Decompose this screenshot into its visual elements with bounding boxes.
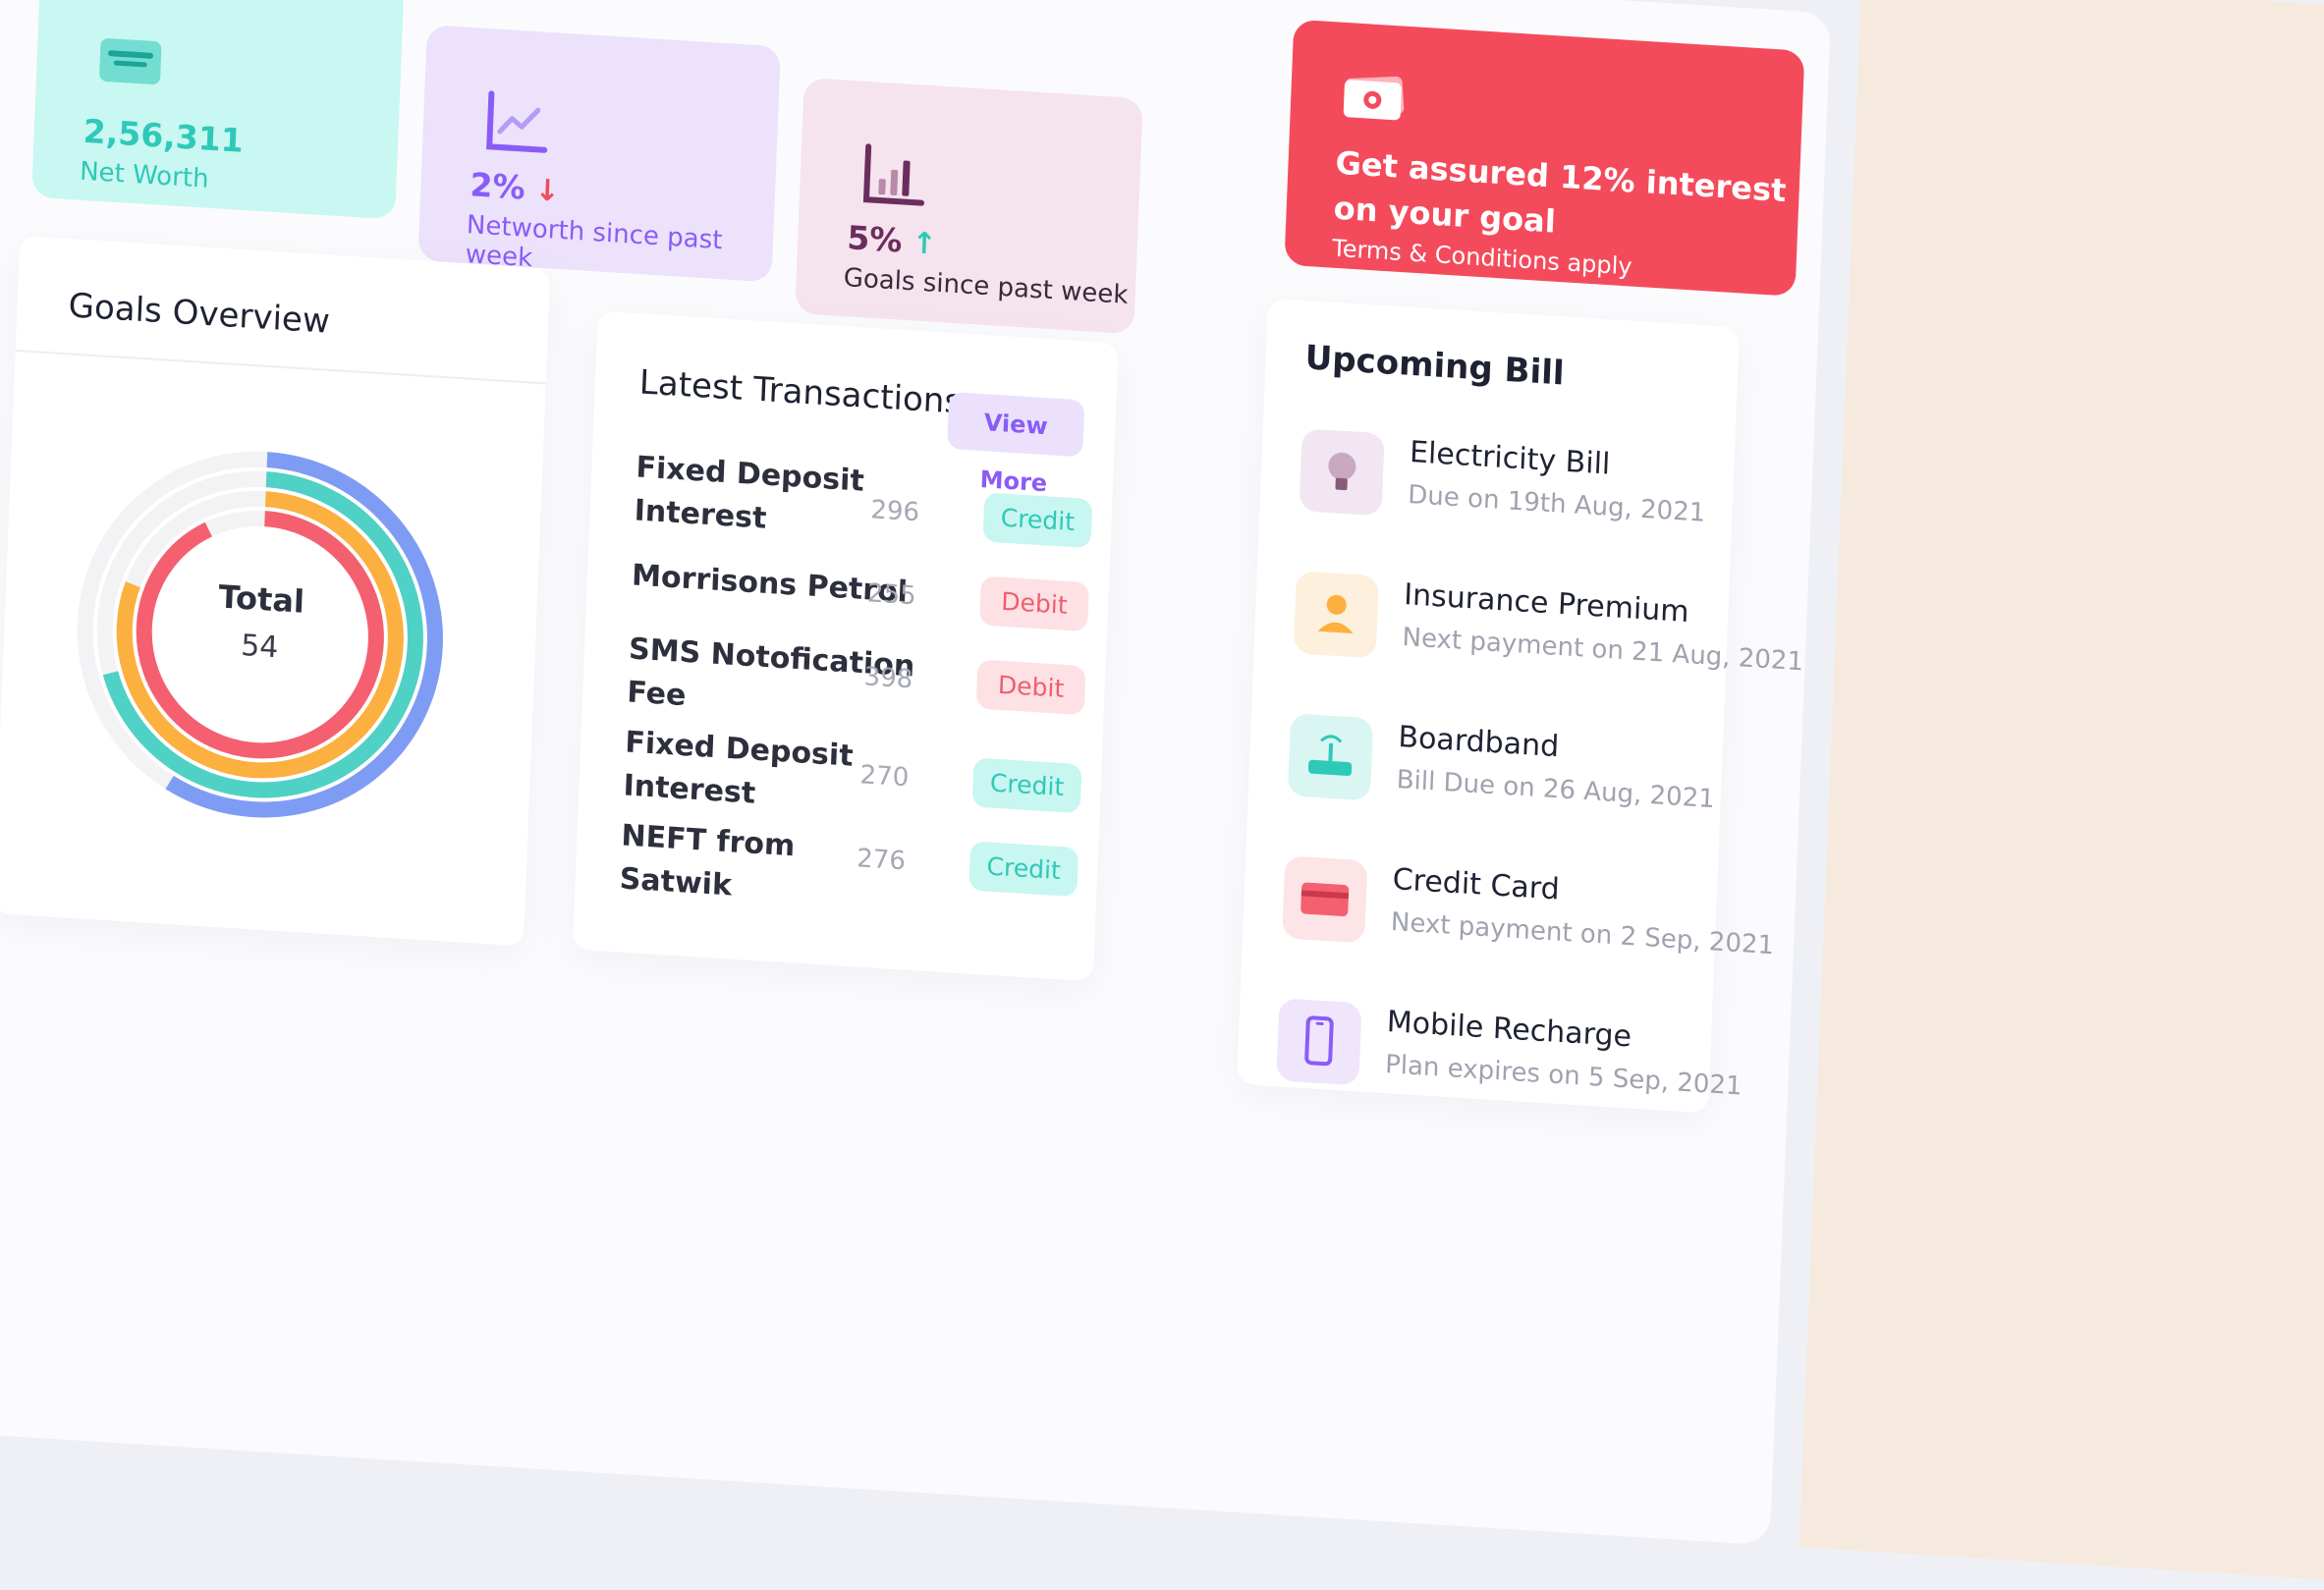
transaction-amount: 255 bbox=[866, 578, 917, 612]
transaction-amount: 296 bbox=[869, 495, 920, 528]
bill-title: Boardband bbox=[1397, 720, 1560, 765]
transactions-title: Latest Transactions bbox=[638, 362, 963, 422]
net-worth-value: 2,56,311 bbox=[83, 111, 245, 160]
bulb-icon bbox=[1299, 428, 1385, 517]
networth-change-value: 2% ↓ bbox=[470, 165, 561, 209]
view-more-button[interactable]: View More bbox=[947, 391, 1085, 497]
side-panel bbox=[1798, 0, 2324, 1590]
goals-change-percent: 5% bbox=[846, 218, 904, 260]
goals-overview-card: Goals Overview Total 54 bbox=[0, 236, 551, 947]
credit-card-icon bbox=[1282, 855, 1368, 944]
transaction-type-badge: Credit bbox=[968, 841, 1079, 898]
cash-icon bbox=[1339, 72, 1410, 129]
bill-title: Insurance Premium bbox=[1403, 577, 1690, 631]
transaction-type-badge: Debit bbox=[975, 659, 1086, 716]
bill-title: Credit Card bbox=[1392, 862, 1561, 907]
goals-divider bbox=[15, 350, 546, 385]
arrow-down-icon: ↓ bbox=[533, 173, 561, 209]
wallet-icon bbox=[94, 24, 166, 96]
networth-change-card[interactable]: 2% ↓ Networth since past week bbox=[417, 25, 781, 283]
arrow-up-icon: ↑ bbox=[911, 226, 938, 262]
goals-change-value: 5% ↑ bbox=[847, 218, 938, 262]
goals-change-label: Goals since past week bbox=[843, 262, 1129, 310]
transaction-amount: 270 bbox=[859, 760, 910, 794]
phone-icon bbox=[1276, 998, 1362, 1086]
transaction-type-badge: Credit bbox=[982, 492, 1093, 549]
promo-card[interactable]: Get assured 12% interest on your goal Te… bbox=[1284, 19, 1805, 297]
transaction-amount: 398 bbox=[863, 662, 913, 695]
upcoming-bill-title: Upcoming Bill bbox=[1303, 338, 1566, 394]
net-worth-label: Net Worth bbox=[79, 156, 210, 194]
bill-subtitle: Plan expires on 5 Sep, 2021 bbox=[1384, 1050, 1743, 1102]
line-chart-icon bbox=[481, 87, 553, 160]
transaction-type-badge: Debit bbox=[979, 576, 1089, 632]
goals-change-card[interactable]: 5% ↑ Goals since past week bbox=[795, 77, 1143, 335]
upcoming-bill-card: Upcoming Bill Electricity Bill Due on 19… bbox=[1237, 298, 1804, 1114]
bill-subtitle: Due on 19th Aug, 2021 bbox=[1407, 480, 1706, 528]
transaction-type-badge: Credit bbox=[971, 757, 1082, 814]
bill-title: Mobile Recharge bbox=[1386, 1005, 1632, 1055]
networth-change-percent: 2% bbox=[469, 165, 526, 207]
transaction-amount: 276 bbox=[856, 844, 907, 877]
person-icon bbox=[1293, 571, 1379, 659]
net-worth-card[interactable]: 2,56,311 Net Worth bbox=[31, 0, 405, 220]
transactions-card: Latest Transactions View More Fixed Depo… bbox=[572, 310, 1119, 982]
bar-chart-icon bbox=[858, 140, 930, 213]
bill-subtitle: Bill Due on 26 Aug, 2021 bbox=[1396, 765, 1716, 815]
goals-overview-title: Goals Overview bbox=[67, 286, 331, 342]
bill-title: Electricity Bill bbox=[1409, 435, 1611, 482]
router-icon bbox=[1287, 713, 1374, 801]
